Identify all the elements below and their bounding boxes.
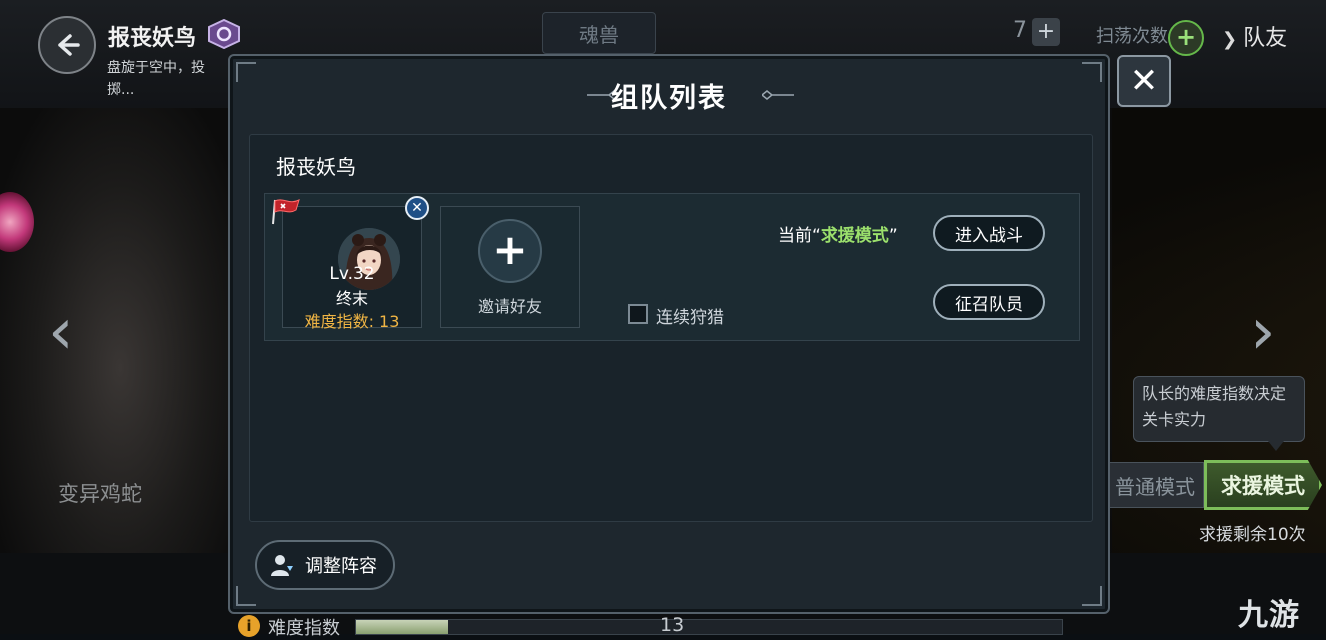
prev-arrow-icon[interactable]: ‹ [48, 300, 74, 364]
teammate-tab[interactable]: 队友 [1222, 20, 1287, 52]
boss-name: 报丧妖鸟 [276, 155, 356, 179]
stamina-count: 7 [1013, 18, 1027, 43]
rescue-mode-button[interactable]: 求援模式 [1204, 460, 1322, 510]
dialog-title: 组队列表 [611, 83, 727, 114]
remove-member-button[interactable]: ✕ [405, 196, 429, 220]
invite-friend-slot[interactable]: + 邀请好友 [440, 206, 580, 328]
auto-hunt-checkbox[interactable] [628, 304, 648, 324]
member-level: Lv.32 [329, 264, 375, 284]
add-stamina-button[interactable]: + [1032, 18, 1060, 46]
frame-corner [1082, 586, 1102, 606]
adjust-lineup-button[interactable]: 调整阵容 [255, 540, 395, 590]
difficulty-label: 难度指数 [268, 618, 340, 639]
back-arrow-icon [58, 34, 80, 56]
difficulty-bar [355, 619, 1063, 635]
person-icon [271, 555, 293, 576]
adjust-lineup-label: 调整阵容 [305, 556, 377, 577]
monster-description: 盘旋于空中，投掷... 人。而其尖锐的喙... [107, 60, 205, 98]
team-panel: 报丧妖鸟 ✕ Lv.32 终末 难度指数: 13 + 邀请好友 连续狩猎 当前“… [249, 134, 1093, 522]
member-name: 终末 [335, 289, 368, 308]
element-badge-icon [208, 19, 240, 49]
back-button[interactable] [38, 16, 96, 74]
recruit-members-button[interactable]: 征召队员 [933, 284, 1045, 320]
close-dialog-button[interactable]: ✕ [1117, 55, 1171, 107]
watermark-logo: 九游 [1238, 598, 1300, 633]
enter-battle-button[interactable]: 进入战斗 [933, 215, 1045, 251]
monster-title: 报丧妖鸟 [108, 26, 197, 51]
mode-name: 求援模式 [820, 226, 889, 246]
mode-prefix: 当前 [778, 226, 812, 246]
normal-mode-button[interactable]: 普通模式 [1108, 462, 1204, 508]
frame-corner [236, 586, 256, 606]
difficulty-bar-fill [356, 620, 448, 634]
invite-label: 邀请好友 [477, 297, 542, 316]
close-icon: ✕ [1129, 61, 1159, 101]
add-sweep-button[interactable]: + [1168, 20, 1204, 56]
title-ornament-right-icon [762, 90, 794, 100]
difficulty-value: 13 [660, 614, 685, 636]
sweep-count-label: 扫荡次数 [1096, 26, 1168, 47]
rescue-remaining: 求援剩余10次 [1199, 525, 1306, 545]
auto-hunt-label: 连续狩猎 [656, 308, 724, 328]
leader-flag-icon [272, 199, 300, 225]
difficulty-tooltip: 队长的难度指数决定 关卡实力 [1133, 376, 1305, 451]
team-list-dialog: 组队列表 报丧妖鸟 ✕ Lv.32 终末 难度指数: 13 + 邀请好友 连续狩… [228, 54, 1110, 614]
member-difficulty: 难度指数: 13 [304, 312, 400, 331]
current-mode-text: 当前“求援模式” [778, 226, 898, 246]
next-arrow-icon[interactable]: › [1250, 300, 1276, 364]
prev-monster-name: 变异鸡蛇 [58, 482, 142, 506]
tab-soul-beast[interactable]: 魂兽 [542, 12, 656, 54]
team-row: ✕ Lv.32 终末 难度指数: 13 + 邀请好友 连续狩猎 当前“求援模式”… [264, 193, 1080, 341]
plus-icon: + [478, 219, 542, 283]
